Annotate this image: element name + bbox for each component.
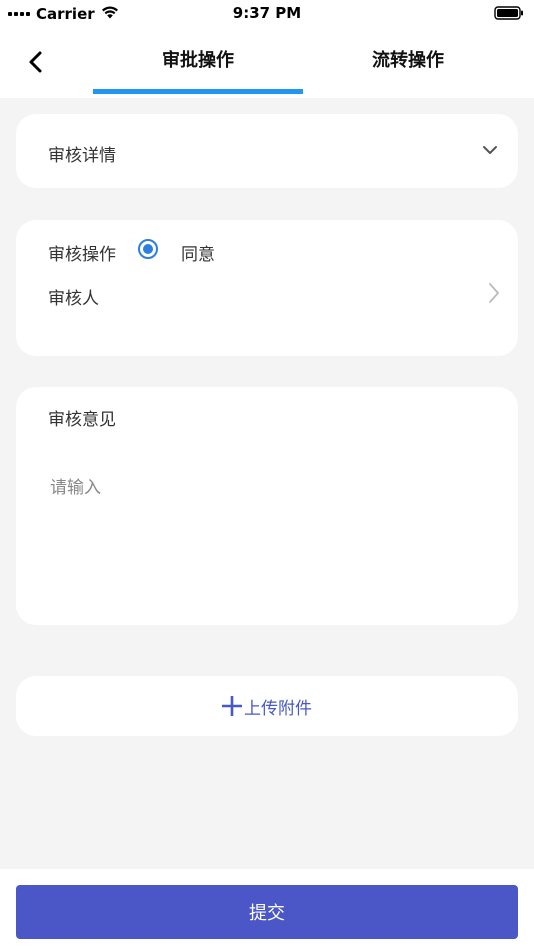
agree-radio[interactable] xyxy=(138,239,158,259)
chevron-down-icon xyxy=(482,142,498,162)
reviewer-label: 审核人 xyxy=(48,289,99,309)
chevron-left-icon xyxy=(29,51,42,73)
back-button[interactable] xyxy=(20,46,52,78)
tab-flow-operation[interactable]: 流转操作 xyxy=(303,46,513,76)
review-opinion-card: 审核意见 xyxy=(16,387,518,625)
approval-screen: Carrier 9:37 PM 审批操作 流转操作 审核详情 审核操作 同意 审… xyxy=(0,0,534,950)
submit-button[interactable]: 提交 xyxy=(16,885,518,939)
battery-icon xyxy=(494,6,524,24)
nav-header: 审批操作 流转操作 xyxy=(0,28,534,98)
agree-option-label: 同意 xyxy=(181,245,215,265)
chevron-right-icon xyxy=(488,282,500,308)
review-detail-label: 审核详情 xyxy=(48,146,116,166)
review-detail-card[interactable]: 审核详情 xyxy=(16,114,518,188)
status-bar: Carrier 9:37 PM xyxy=(0,0,534,28)
status-time: 9:37 PM xyxy=(232,4,302,22)
active-tab-indicator xyxy=(93,89,303,94)
review-opinion-input[interactable] xyxy=(48,471,492,605)
reviewer-row[interactable]: 审核人 xyxy=(16,272,518,318)
bottom-bar: 提交 xyxy=(0,869,534,950)
plus-icon xyxy=(222,696,242,716)
review-opinion-label: 审核意见 xyxy=(48,410,116,430)
tab-approval-operation[interactable]: 审批操作 xyxy=(93,46,303,76)
upload-attachment-button[interactable]: 上传附件 xyxy=(16,676,518,736)
review-operation-card: 审核操作 同意 审核人 xyxy=(16,220,518,356)
review-operation-label: 审核操作 xyxy=(48,245,116,265)
upload-attachment-content: 上传附件 xyxy=(16,676,518,736)
upload-attachment-label: 上传附件 xyxy=(244,698,312,719)
